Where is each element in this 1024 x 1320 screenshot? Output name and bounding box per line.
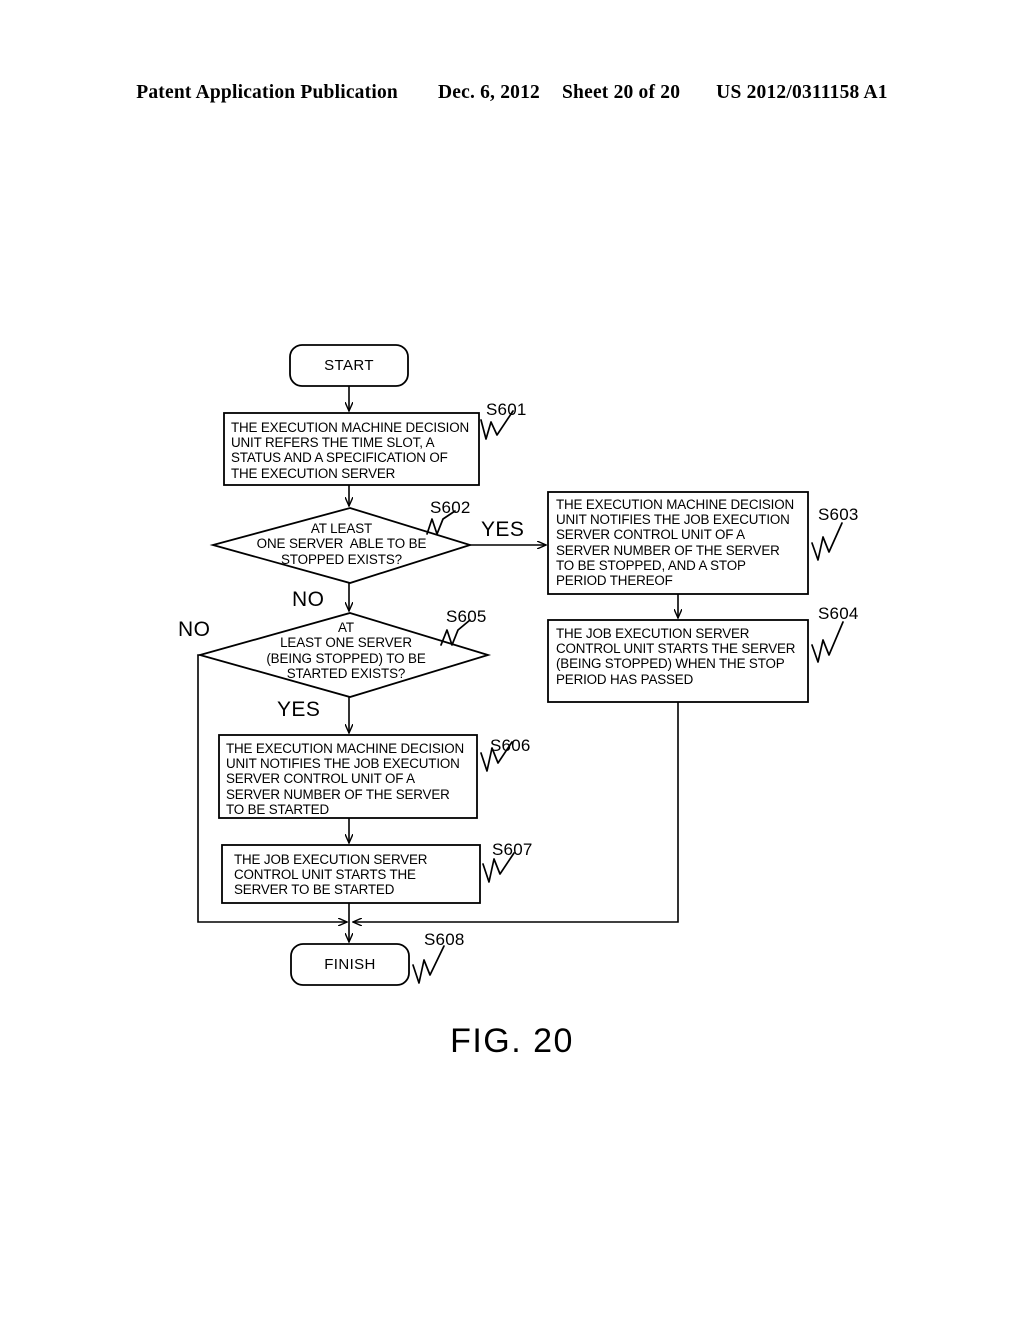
flowchart-diagram: START THE EXECUTION MACHINE DECISION UNI… [0, 0, 1024, 1320]
s601-step-label: S601 [486, 400, 527, 419]
s601-box-text: THE EXECUTION MACHINE DECISION UNIT REFE… [231, 420, 470, 481]
s605-step-label: S605 [446, 607, 487, 626]
start-terminal-label: START [324, 357, 374, 374]
s604-step-label: S604 [818, 604, 859, 623]
s604-leader-squiggle [811, 621, 844, 663]
s603-step-label: S603 [818, 505, 859, 524]
s608-step-label: S608 [424, 930, 465, 949]
s606-step-label: S606 [490, 736, 531, 755]
s607-box-text: THE JOB EXECUTION SERVER CONTROL UNIT ST… [234, 852, 428, 898]
s602-step-label: S602 [430, 498, 471, 517]
s605-yes-branch-label: YES [277, 698, 321, 721]
s603-leader-squiggle [811, 522, 843, 561]
s606-box-text: THE EXECUTION MACHINE DECISION UNIT NOTI… [226, 741, 465, 817]
s602-yes-branch-label: YES [481, 518, 525, 541]
s608-leader-squiggle [412, 945, 445, 984]
figure-caption: FIG. 20 [450, 1022, 574, 1060]
flowchart-graphics [196, 344, 844, 986]
s602-no-branch-label: NO [292, 588, 325, 611]
s605-diamond-text: AT LEAST ONE SERVER (BEING STOPPED) TO B… [266, 620, 426, 682]
finish-terminal-label: FINISH [324, 956, 376, 973]
s607-step-label: S607 [492, 840, 533, 859]
s603-box-text: THE EXECUTION MACHINE DECISION UNIT NOTI… [556, 497, 795, 589]
s604-box-text: THE JOB EXECUTION SERVER CONTROL UNIT ST… [556, 626, 796, 687]
s602-diamond-text: AT LEAST ONE SERVER ABLE TO BE STOPPED E… [256, 521, 427, 567]
s605-no-branch-label: NO [178, 618, 211, 641]
